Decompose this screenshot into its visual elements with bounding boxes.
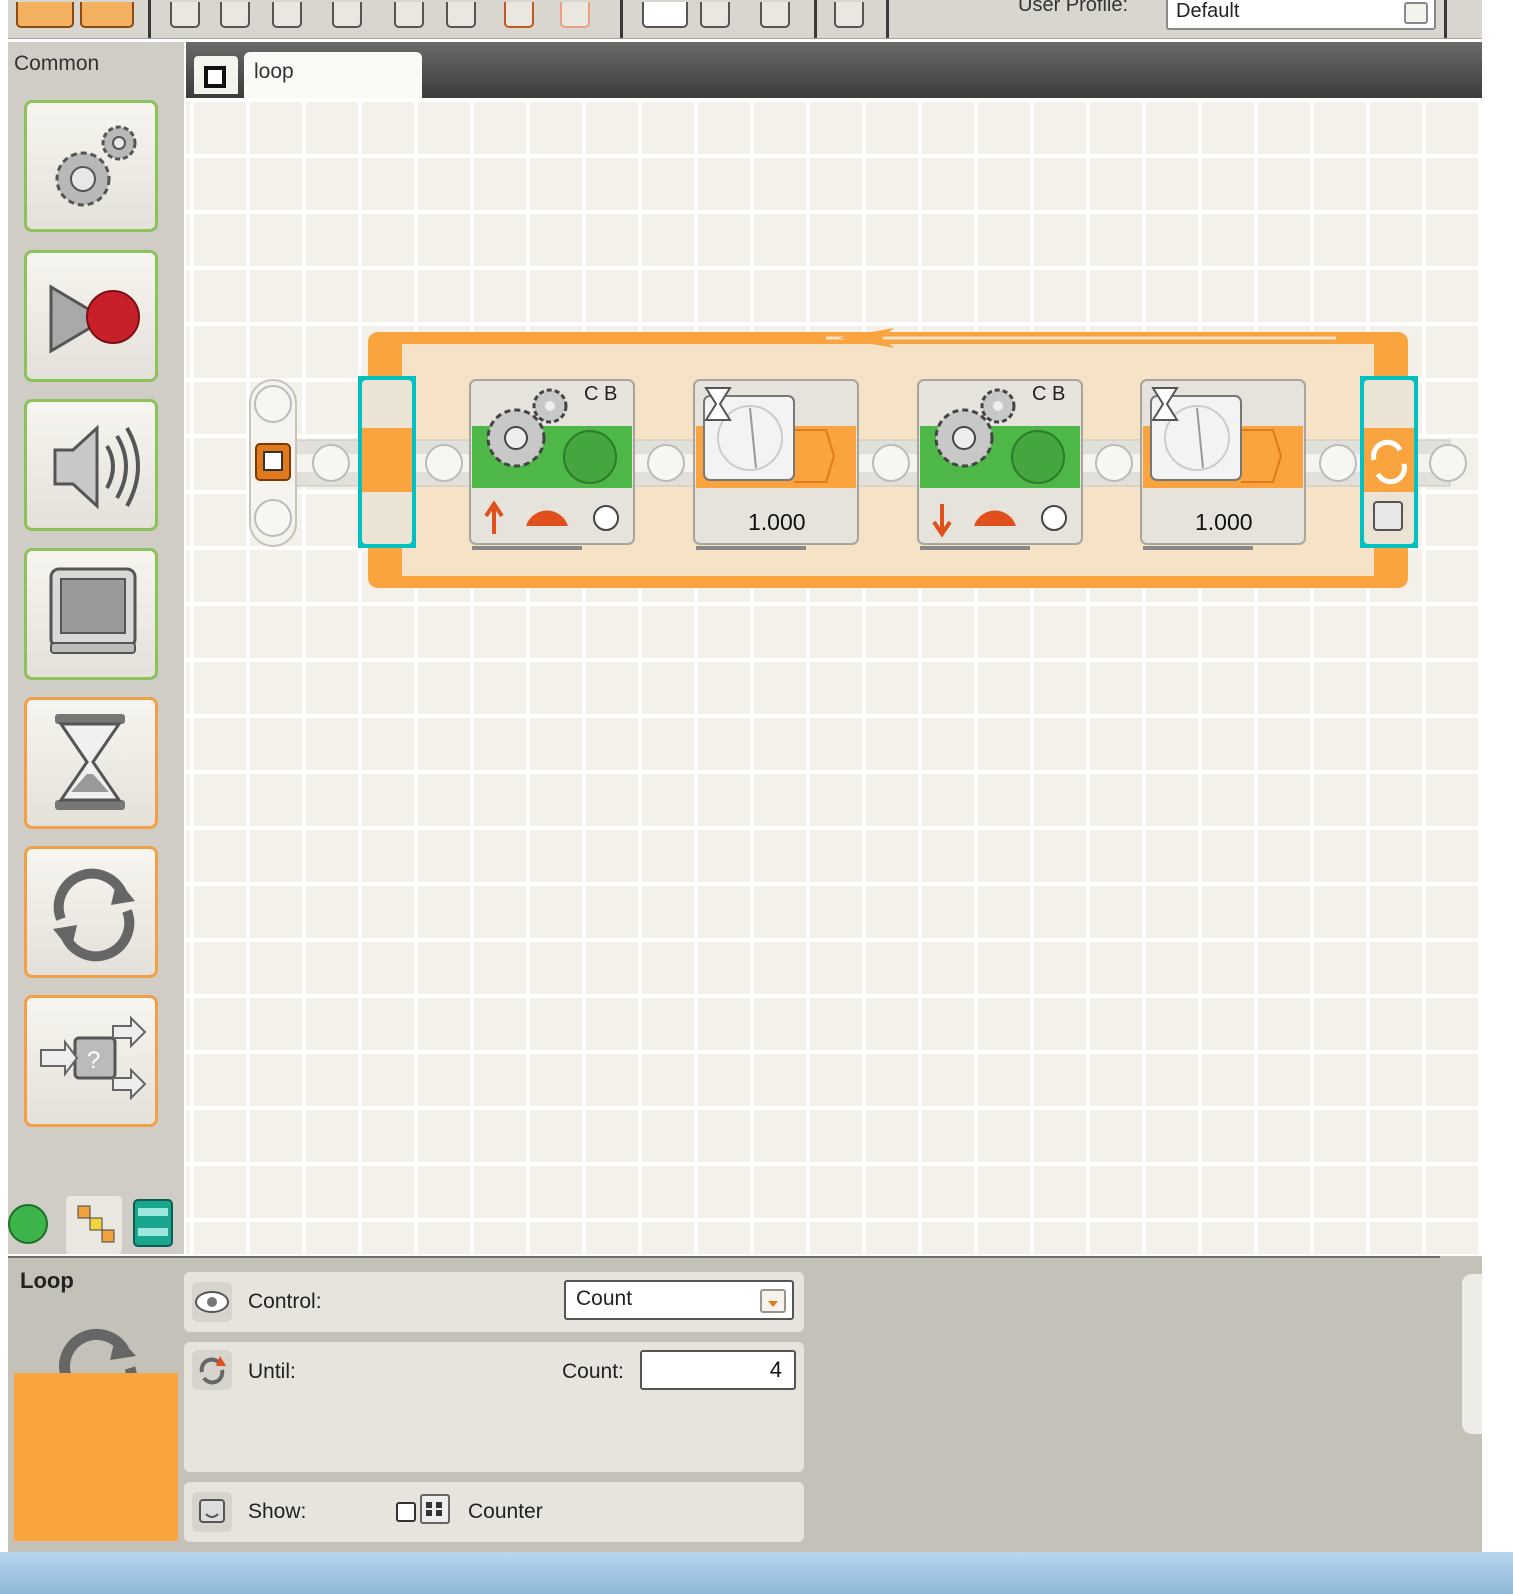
palette-loop-button[interactable] [24, 846, 158, 978]
copy-icon[interactable] [394, 2, 424, 28]
config-panel: Loop Control: Count Until: Count: Show: [8, 1256, 1482, 1552]
toolbar-divider [886, 0, 889, 38]
count-label: Count: [562, 1360, 624, 1383]
counter-icon [1373, 501, 1403, 531]
control-label: Control: [248, 1290, 322, 1313]
wait-time-value: 1.000 [748, 509, 806, 535]
toolbar-divider [814, 0, 817, 38]
comment-tool-icon[interactable] [760, 2, 790, 28]
palette-switch-button[interactable]: ? [24, 995, 158, 1127]
complete-palette-icon [77, 1205, 91, 1219]
taskbar [0, 1552, 1513, 1594]
palette-tabs [8, 1192, 184, 1254]
loop-count-icon [192, 1350, 232, 1390]
user-profile-value: Default [1176, 0, 1240, 22]
redo-icon[interactable] [560, 2, 590, 28]
start-block-icon [204, 66, 226, 88]
download-run-icon[interactable] [16, 2, 74, 28]
wait-hourglass-icon [55, 714, 125, 810]
count-input[interactable] [640, 1350, 796, 1390]
move-block-1[interactable]: C B [469, 379, 635, 550]
eye-icon [192, 1282, 232, 1322]
show-row: Show: Counter [184, 1482, 804, 1542]
counter-checkbox[interactable] [396, 1502, 416, 1522]
duration-icon [593, 505, 619, 531]
save-icon[interactable] [272, 2, 302, 28]
palette-sound-button[interactable] [24, 399, 158, 531]
switch-icon: ? [40, 1015, 147, 1101]
record-play-icon [49, 284, 140, 354]
paste-icon[interactable] [446, 2, 476, 28]
tab-loop[interactable]: loop [244, 52, 422, 98]
pointer-tool-icon[interactable] [642, 2, 688, 28]
block-palette: Common ? [8, 42, 184, 1254]
svg-text:?: ? [87, 1047, 100, 1074]
toolbar-divider [1444, 0, 1447, 38]
block-color-swatch [14, 1373, 178, 1541]
program-tab-bar: loop [186, 42, 1482, 98]
top-toolbar: User Profile: Default [8, 0, 1482, 39]
loop-icon [53, 868, 135, 962]
sound-icon [53, 424, 140, 510]
palette-move-button[interactable] [24, 100, 158, 232]
wait-time-value: 1.000 [1195, 509, 1253, 535]
palette-record-play-button[interactable] [24, 250, 158, 382]
config-block-title: Loop [20, 1268, 74, 1293]
pan-tool-icon[interactable] [700, 2, 730, 28]
program-diagram: C B 1.000 C B 1.000 [249, 328, 1467, 588]
move-ports-label: C B [584, 383, 617, 405]
palette-wait-button[interactable] [24, 697, 158, 829]
counter-icon [420, 1494, 450, 1524]
help-panel [1440, 1256, 1482, 1550]
new-file-icon[interactable] [170, 2, 200, 28]
chevron-down-icon[interactable] [760, 1289, 786, 1313]
show-label: Show: [248, 1500, 307, 1523]
user-profile-select[interactable]: Default [1166, 0, 1436, 30]
user-profile-label: User Profile: [1018, 0, 1129, 16]
tab-loop-label: loop [254, 60, 294, 83]
undo-icon[interactable] [504, 2, 534, 28]
window-left-margin [0, 0, 8, 1552]
move-gears-icon [55, 125, 137, 207]
cut-icon[interactable] [332, 2, 362, 28]
until-label: Until: [248, 1360, 296, 1383]
duration-icon [1041, 505, 1067, 531]
common-palette-icon[interactable] [8, 1204, 48, 1244]
wait-block-1[interactable]: 1.000 [693, 379, 859, 550]
counter-label: Counter [468, 1500, 543, 1523]
move-block-2[interactable]: C B [917, 379, 1083, 550]
display-icon [49, 567, 137, 654]
control-select[interactable]: Count [564, 1280, 794, 1320]
tab-home[interactable] [194, 56, 238, 94]
until-row: Until: Count: [184, 1342, 804, 1472]
chevron-down-icon[interactable] [1404, 2, 1428, 24]
palette-display-button[interactable] [24, 548, 158, 680]
toolbar-divider [148, 0, 151, 38]
control-value: Count [576, 1287, 633, 1310]
run-selected-icon[interactable] [80, 2, 134, 28]
program-canvas-area: loop C B 1.000 C B 1.000 [186, 42, 1482, 1254]
palette-title: Common [14, 52, 100, 75]
custom-palette-tool-icon[interactable] [834, 2, 864, 28]
window-right-margin [1482, 0, 1513, 1552]
help-card[interactable] [1462, 1274, 1482, 1434]
open-file-icon[interactable] [220, 2, 250, 28]
toolbar-divider [620, 0, 623, 38]
display-icon [192, 1492, 232, 1532]
custom-palette-icon[interactable] [133, 1199, 173, 1247]
control-row: Control: Count [184, 1272, 804, 1332]
move-ports-label: C B [1032, 383, 1065, 405]
wait-block-2[interactable]: 1.000 [1140, 379, 1306, 550]
